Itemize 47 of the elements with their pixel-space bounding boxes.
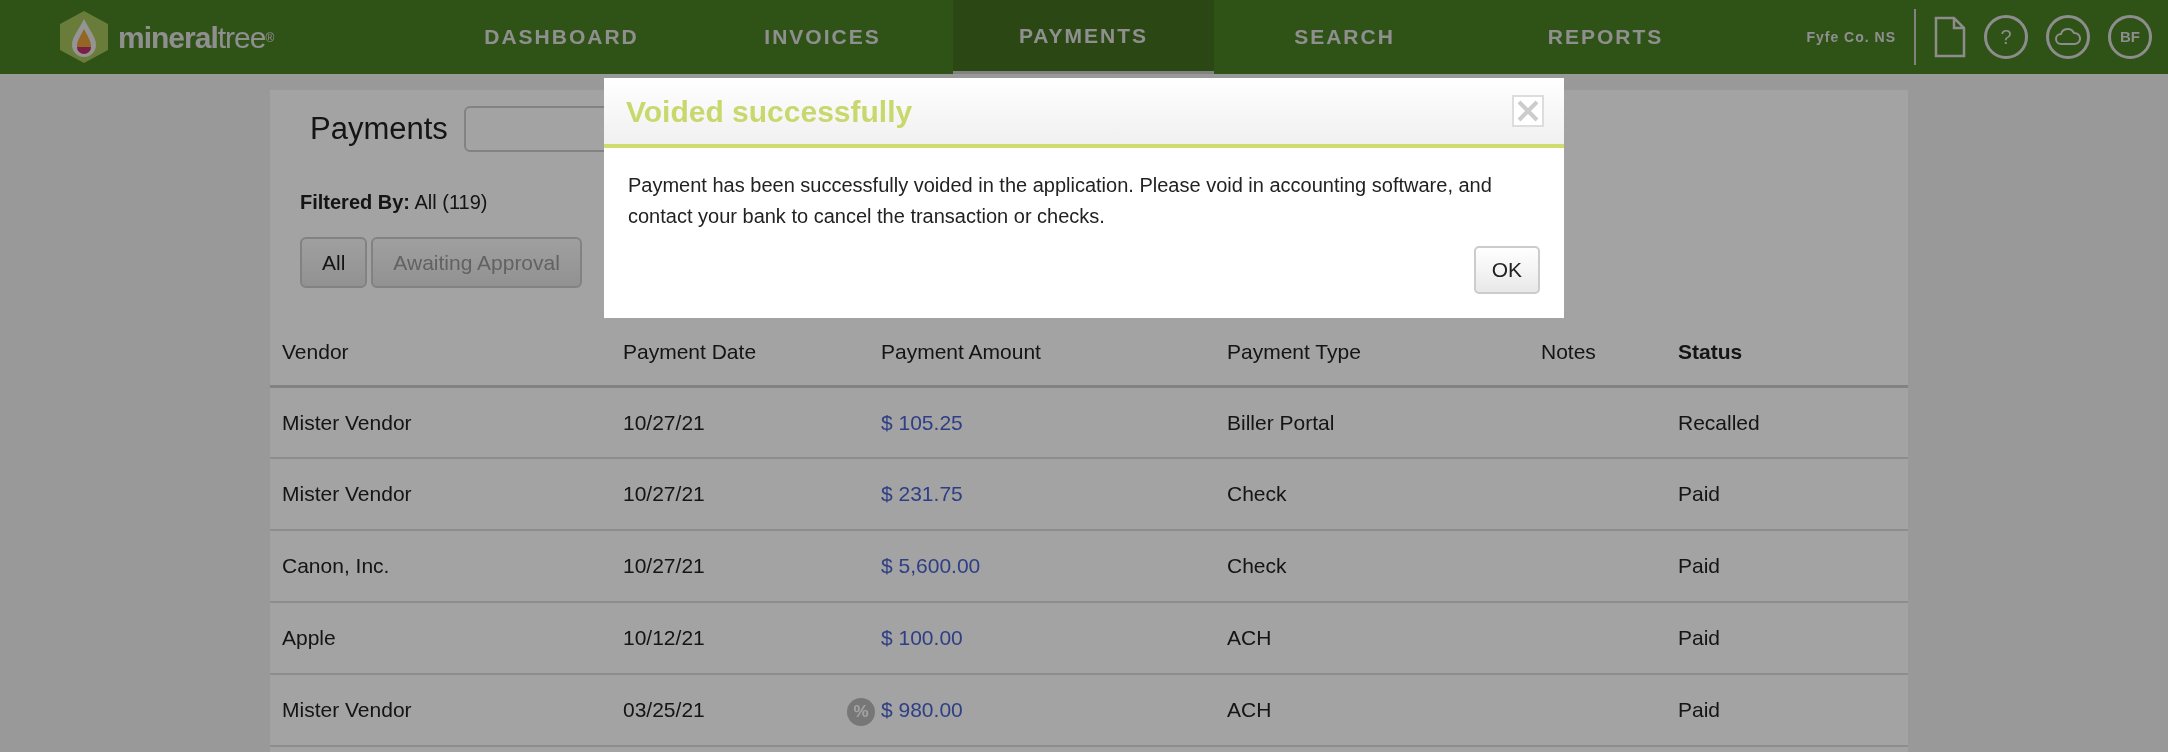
table-cell: Mister Vendor [270,386,611,458]
close-button[interactable] [1512,95,1544,127]
filter-button[interactable]: All [300,236,368,288]
table-cell: 10/27/21 [611,458,869,530]
column-header[interactable]: Vendor [270,318,611,386]
nav-tab[interactable]: INVOICES [692,0,953,74]
table-cell: 10/27/21 [611,386,869,458]
table-cell: ACH [1215,602,1529,674]
discount-icon: % [847,697,875,726]
nav-tab[interactable]: REPORTS [1475,0,1736,74]
table-cell: Canon, Inc. [270,530,611,602]
table-cell: Check [1215,458,1529,530]
cloud-icon[interactable] [2046,15,2090,59]
table-cell: 10/12/21 [611,602,869,674]
table-cell: Mister Vendor [270,674,611,746]
logo-icon [58,9,110,65]
table-cell: Check [1215,530,1529,602]
table-cell: Paid [1666,674,1908,746]
amount-link[interactable]: $ 980.00 [881,698,963,722]
table-cell: Paid [1666,602,1908,674]
amount-link[interactable]: $ 5,600.00 [881,554,981,578]
table-cell: Biller Portal [1215,386,1529,458]
dialog-title: Voided successfully [626,93,913,130]
nav-tab[interactable]: PAYMENTS [953,0,1214,74]
table-cell: Apple [270,602,611,674]
amount-link[interactable]: $ 105.25 [881,410,963,434]
table-cell: Paid [1666,530,1908,602]
page-title: Payments [310,110,448,148]
table-cell: 10/27/21 [611,530,869,602]
avatar-button[interactable]: BF [2108,15,2152,59]
ok-button[interactable]: OK [1473,246,1540,294]
amount-link[interactable]: $ 100.00 [881,626,963,650]
logo-text: mineraltree$^{®}$ [118,19,274,56]
document-icon[interactable] [1934,16,1966,58]
table-cell: ACH [1215,674,1529,746]
dialog-message: Payment has been successfully voided in the application. Please void in accounting software, and contact your bank to cancel the transaction or checks. [627,173,1493,229]
filter-summary: Filtered By: All (119) [300,190,488,213]
company-name: Fyfe Co. NS [1806,27,1896,47]
filter-button[interactable]: Awaiting Approval [371,236,582,288]
table-cell: Paid [1666,458,1908,530]
nav-tab[interactable]: SEARCH [1214,0,1475,74]
table-cell: Mister Vendor [270,458,611,530]
table-cell: Recalled [1666,386,1908,458]
help-button[interactable]: ? [1984,15,2028,59]
amount-link[interactable]: $ 231.75 [881,482,963,506]
column-header[interactable]: Status [1666,318,1908,386]
nav-tab[interactable]: DASHBOARD [431,0,692,74]
